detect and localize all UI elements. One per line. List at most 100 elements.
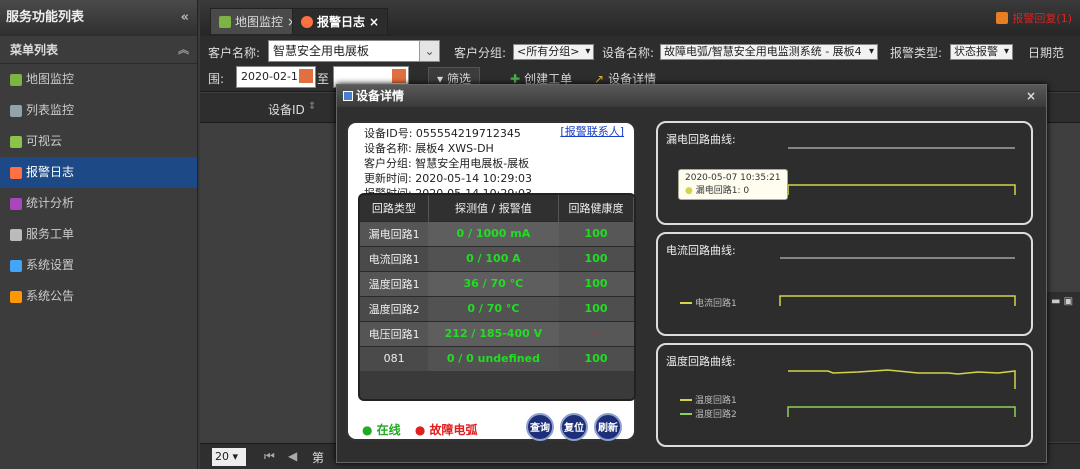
cell-name: 温度回路1 xyxy=(360,270,429,296)
window-icon xyxy=(343,91,353,101)
sidebar-item[interactable]: 报警日志 xyxy=(0,157,197,188)
alarm-type-select[interactable]: 状态报警 xyxy=(950,44,1013,60)
update-time-label: 更新时间: xyxy=(364,172,412,185)
cell-health: 100 xyxy=(558,245,634,271)
tooltip-time: 2020-05-07 10:35:21 xyxy=(685,173,781,183)
sidebar-item[interactable]: 系统设置 xyxy=(0,250,197,281)
current-chart: 电流回路曲线: 电流回路1 xyxy=(656,232,1033,336)
group-row: 客户分组: 智慧安全用电展板-展板 xyxy=(364,155,529,171)
to-label: 至 xyxy=(317,72,330,86)
header-circuit-type: 回路类型 xyxy=(360,195,429,221)
legend-label: 温度回路1 xyxy=(695,396,737,406)
header-value: 探测值 / 报警值 xyxy=(428,195,560,221)
legend-item: 温度回路1 xyxy=(680,393,737,406)
series-line-2 xyxy=(787,406,1016,417)
tab-label: 报警日志 xyxy=(317,14,366,29)
sidebar-item-label: 服务工单 xyxy=(26,227,75,241)
device-detail-dialog: 设备详情 × 设备ID号: 055554219712345 [报警联系人] 设备… xyxy=(336,84,1047,463)
alarm-contact-link[interactable]: [报警联系人] xyxy=(560,123,624,139)
sidebar-item-label: 可视云 xyxy=(26,134,63,148)
cell-value: 0 / 70 °C xyxy=(428,295,559,321)
reset-button[interactable]: 复位 xyxy=(560,413,588,441)
tab-alarm-log[interactable]: 报警日志 × xyxy=(292,8,389,35)
update-time-row: 更新时间: 2020-05-14 10:29:03 xyxy=(364,170,532,186)
date-range-label: 日期范 xyxy=(1028,46,1065,60)
series-line xyxy=(787,184,1016,195)
sidebar-item[interactable]: 服务工单 xyxy=(0,219,197,250)
group-label: 客户分组: xyxy=(454,46,507,60)
legend-label: 电流回路1 xyxy=(695,299,737,309)
chevron-up-icon[interactable]: ︽ xyxy=(178,36,189,64)
current-chart-plot xyxy=(779,257,1016,306)
sidebar-title: 服务功能列表 « xyxy=(0,0,197,36)
cell-value: 36 / 70 °C xyxy=(428,270,559,296)
sidebar-item[interactable]: 统计分析 xyxy=(0,188,197,219)
background-panel: ▬ ▣ xyxy=(1046,292,1080,442)
device-select[interactable]: 故障电弧/智慧安全用电监测系统 - 展板4 xyxy=(660,44,878,60)
minimize-icon[interactable]: ▬ ▣ xyxy=(1051,296,1073,307)
pie-icon xyxy=(10,197,22,210)
alarm-icon xyxy=(301,15,313,28)
map-icon xyxy=(219,15,231,28)
bell-icon xyxy=(996,12,1009,24)
cell-name: 漏电回路1 xyxy=(360,220,429,246)
column-device-id[interactable]: 设备ID xyxy=(268,101,305,118)
sidebar-item[interactable]: 系统公告 xyxy=(0,281,197,312)
close-icon[interactable]: × xyxy=(369,9,379,35)
menu-section-header[interactable]: 菜单列表 ︽ xyxy=(0,36,197,64)
sidebar-item[interactable]: 地图监控 xyxy=(0,64,197,95)
sort-icon[interactable]: ⇕ xyxy=(308,101,316,112)
cell-health: 100 xyxy=(558,345,634,371)
group-select[interactable]: <所有分组> xyxy=(513,44,595,60)
fault-dot-icon: ● xyxy=(414,423,426,437)
series-line-1 xyxy=(788,369,1016,389)
sidebar-item-label: 统计分析 xyxy=(26,196,75,210)
device-name-value: 展板4 XWS-DH xyxy=(415,142,494,155)
circuit-table: 回路类型 探测值 / 报警值 回路健康度 漏电回路1 0 / 1000 mA 100… xyxy=(358,193,636,401)
cell-name: 081 xyxy=(360,345,429,371)
close-icon[interactable]: × xyxy=(1026,85,1036,107)
alarm-icon xyxy=(10,166,22,179)
calendar-icon[interactable] xyxy=(392,69,406,83)
temperature-chart: 温度回路曲线: 温度回路1 温度回路2 xyxy=(656,343,1033,447)
cell-value: 0 / 100 A xyxy=(428,245,559,271)
refresh-button[interactable]: 刷新 xyxy=(594,413,622,441)
collapse-icon[interactable]: « xyxy=(181,0,189,36)
series-dot-icon: ● xyxy=(685,186,693,196)
dialog-title-bar[interactable]: 设备详情 × xyxy=(337,85,1046,107)
ticket-icon xyxy=(10,228,22,241)
gear-icon xyxy=(10,259,22,272)
customer-select[interactable]: 智慧安全用电展板 ⌄ xyxy=(268,40,440,62)
device-id-label: 设备ID号: xyxy=(364,127,413,140)
sidebar-item[interactable]: 列表监控 xyxy=(0,95,197,126)
sidebar-item-label: 系统设置 xyxy=(26,258,75,272)
dialog-title: 设备详情 xyxy=(356,89,405,103)
page-size-select[interactable]: 20 ▾ xyxy=(212,448,246,466)
sidebar-item[interactable]: 可视云 xyxy=(0,126,197,157)
prev-page-icon[interactable]: ◀ xyxy=(288,449,297,463)
device-id-value: 055554219712345 xyxy=(415,127,521,140)
query-button[interactable]: 查询 xyxy=(526,413,554,441)
date-from-input[interactable]: 2020-02-1 xyxy=(236,66,316,88)
alarm-type-label: 报警类型: xyxy=(890,46,943,60)
table-row: 温度回路2 0 / 70 °C 100 xyxy=(360,295,634,321)
legend-item: 电流回路1 xyxy=(680,296,737,309)
table-row: 081 0 / 0 undefined 100 xyxy=(360,345,634,371)
calendar-icon[interactable] xyxy=(299,69,313,83)
group-value: 智慧安全用电展板-展板 xyxy=(415,157,530,170)
chevron-down-icon[interactable]: ⌄ xyxy=(419,41,439,61)
status-online: 在线 xyxy=(376,423,401,437)
first-page-icon[interactable]: ⏮ xyxy=(264,449,275,464)
leakage-chart: 漏电回路曲线: 2020-05-07 10:35:21 ● 漏电回路1: 0 xyxy=(656,121,1033,225)
alarm-reply-badge[interactable]: 报警回复(1) xyxy=(996,10,1072,26)
group-label: 客户分组: xyxy=(364,157,412,170)
menu-section-label: 菜单列表 xyxy=(10,43,59,57)
sidebar-item-label: 地图监控 xyxy=(26,72,75,86)
status-fault: 故障电弧 xyxy=(429,423,478,437)
cell-value: 0 / 0 undefined xyxy=(428,345,559,371)
tooltip-value: 漏电回路1: 0 xyxy=(695,186,750,196)
customer-label: 客户名称: xyxy=(208,46,261,60)
table-row: 温度回路1 36 / 70 °C 100 xyxy=(360,270,634,296)
cell-value: 212 / 185-400 V xyxy=(428,320,559,346)
device-info-panel: 设备ID号: 055554219712345 [报警联系人] 设备名称: 展板4… xyxy=(346,121,636,441)
